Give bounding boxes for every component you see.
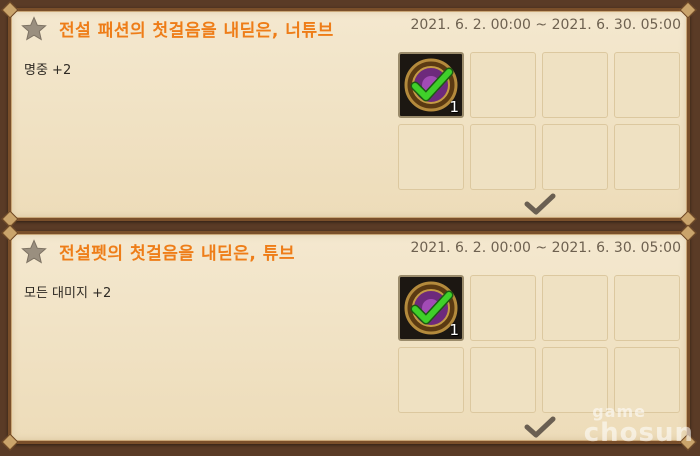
- frame-corner-ornament: [679, 1, 697, 19]
- reward-item-grid: 1: [398, 52, 683, 190]
- item-slot-empty: [398, 347, 464, 413]
- favorite-star-icon[interactable]: [21, 16, 47, 42]
- title-card-1: 전설 패션의 첫걸음을 내딛은, 너튜브 2021. 6. 2. 00:00 ~…: [1, 1, 697, 228]
- title-name: 전설펫의 첫걸음을 내딛은, 튜브: [59, 244, 296, 264]
- watermark-logo: game chosun: [574, 404, 694, 450]
- frame-corner-ornament: [1, 1, 19, 19]
- frame-corner-ornament: [1, 224, 19, 242]
- favorite-star-icon[interactable]: [21, 239, 47, 265]
- item-quantity: 1: [449, 321, 459, 339]
- item-slot-empty: [614, 52, 680, 118]
- reward-item-grid: 1: [398, 275, 683, 413]
- item-slot-empty: [470, 124, 536, 190]
- checkmark-icon[interactable]: [524, 193, 556, 215]
- title-effect: 모든 대미지 +2: [24, 286, 112, 301]
- watermark-line-2: chosun: [583, 418, 694, 448]
- item-slot-empty: [542, 124, 608, 190]
- item-slot-filled[interactable]: 1: [398, 275, 464, 341]
- item-slot-empty: [542, 52, 608, 118]
- item-slot-empty: [470, 275, 536, 341]
- item-slot-filled[interactable]: 1: [398, 52, 464, 118]
- item-slot-empty: [614, 124, 680, 190]
- item-slot-empty: [614, 275, 680, 341]
- frame-corner-ornament: [1, 433, 19, 451]
- item-quantity: 1: [449, 98, 459, 116]
- valid-period: 2021. 6. 2. 00:00 ~ 2021. 6. 30. 05:00: [410, 17, 681, 33]
- checkmark-icon[interactable]: [524, 416, 556, 438]
- title-name: 전설 패션의 첫걸음을 내딛은, 너튜브: [59, 21, 334, 41]
- item-slot-empty: [470, 347, 536, 413]
- valid-period: 2021. 6. 2. 00:00 ~ 2021. 6. 30. 05:00: [410, 240, 681, 256]
- frame-corner-ornament: [679, 224, 697, 242]
- item-slot-empty: [542, 275, 608, 341]
- title-effect: 명중 +2: [24, 63, 72, 78]
- item-slot-empty: [470, 52, 536, 118]
- item-slot-empty: [398, 124, 464, 190]
